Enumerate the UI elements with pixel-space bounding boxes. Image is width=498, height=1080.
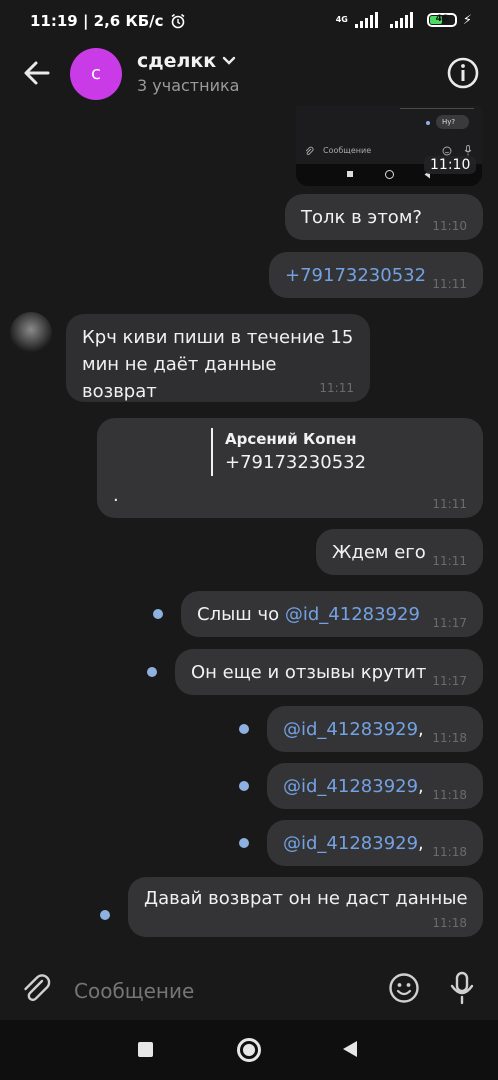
message-time: 11:17 bbox=[432, 674, 467, 688]
preview-unread-dot bbox=[426, 121, 430, 125]
status-right: 4G 46 ⚡ bbox=[336, 12, 472, 28]
quote-author: Арсений Копен bbox=[225, 430, 357, 448]
message-time: 11:11 bbox=[319, 381, 354, 395]
preview-mic-icon bbox=[464, 145, 472, 156]
alarm-icon bbox=[171, 13, 184, 29]
mention-link[interactable]: @id_41283929 bbox=[283, 719, 418, 740]
unread-dot bbox=[153, 609, 163, 619]
unread-dot bbox=[147, 667, 157, 677]
preview-input-placeholder: Сообщение bbox=[323, 146, 372, 155]
message-bubble[interactable]: Слыш чо @id_41283929 11:17 bbox=[181, 591, 483, 637]
status-left: 11:19 | 2,6 КБ/с bbox=[30, 12, 186, 30]
microphone-icon[interactable] bbox=[448, 970, 476, 1006]
preview-square-icon bbox=[347, 171, 353, 177]
message-text: Крч киви пиши в течение 15 мин не даёт д… bbox=[82, 327, 354, 402]
message-bubble[interactable]: Ждем его 11:11 bbox=[316, 529, 483, 575]
message-time: 11:11 bbox=[432, 554, 467, 568]
mention-link[interactable]: @id_41283929 bbox=[283, 776, 418, 797]
message-bubble[interactable]: Толк в этом? 11:10 bbox=[285, 194, 483, 240]
recents-icon[interactable] bbox=[138, 1042, 153, 1057]
chat-subtitle: 3 участника bbox=[137, 76, 240, 95]
message-bubble[interactable]: Он еще и отзывы крутит 11:17 bbox=[175, 649, 483, 695]
charging-icon: ⚡ bbox=[462, 12, 472, 28]
message-text: Он еще и отзывы крутит bbox=[191, 662, 427, 683]
battery-level: 46 bbox=[435, 14, 449, 24]
unread-dot bbox=[239, 724, 249, 734]
reply-quote[interactable]: Арсений Копен +79173230532 bbox=[211, 428, 366, 476]
message-time: 11:18 bbox=[432, 916, 467, 930]
unread-dot bbox=[100, 910, 110, 920]
message-bubble[interactable]: Давай возврат он не даст данные 11:18 bbox=[128, 877, 483, 937]
preview-bubble: Ну? bbox=[436, 115, 470, 129]
preview-emoji-icon bbox=[442, 146, 452, 156]
preview-time: 11:10 bbox=[424, 156, 477, 174]
system-navigation-bar bbox=[0, 1020, 498, 1080]
message-text: , bbox=[418, 833, 424, 854]
message-bubble[interactable]: @id_41283929, 11:18 bbox=[267, 820, 483, 866]
message-time: 11:17 bbox=[432, 616, 467, 630]
message-time: 11:18 bbox=[432, 788, 467, 802]
message-time: 11:18 bbox=[432, 845, 467, 859]
message-bubble[interactable]: +79173230532 11:11 bbox=[269, 252, 483, 298]
message-text: Давай возврат он не даст данные bbox=[144, 888, 468, 909]
chevron-down-icon bbox=[223, 56, 236, 65]
reply-message-bubble[interactable]: Арсений Копен +79173230532 . 11:11 bbox=[97, 418, 483, 518]
message-time: 11:11 bbox=[432, 277, 467, 291]
unread-dot bbox=[239, 838, 249, 848]
quote-text: +79173230532 bbox=[225, 452, 367, 473]
back-arrow-icon[interactable] bbox=[20, 56, 54, 90]
preview-circle-icon bbox=[385, 170, 394, 179]
message-bubble[interactable]: @id_41283929, 11:18 bbox=[267, 706, 483, 752]
message-text: , bbox=[418, 719, 424, 740]
network-type: 4G bbox=[335, 15, 348, 24]
signal-icon-2 bbox=[389, 12, 413, 28]
chat-avatar[interactable]: с bbox=[70, 48, 122, 100]
message-bubble[interactable]: Крч киви пиши в течение 15 мин не даёт д… bbox=[66, 314, 370, 402]
signal-icon bbox=[354, 12, 378, 28]
chat-title-text: сделкк bbox=[137, 50, 217, 72]
home-icon[interactable] bbox=[237, 1038, 261, 1062]
message-text: . bbox=[113, 485, 119, 506]
message-text: Слыш чо bbox=[197, 604, 280, 625]
status-bar: 11:19 | 2,6 КБ/с 4G 46 ⚡ bbox=[0, 0, 498, 44]
message-text: , bbox=[418, 776, 424, 797]
chat-header: с сделкк 3 участника bbox=[0, 44, 498, 106]
message-text: Толк в этом? bbox=[301, 207, 422, 228]
preview-divider bbox=[400, 108, 474, 109]
message-time: 11:18 bbox=[432, 731, 467, 745]
emoji-icon[interactable] bbox=[388, 972, 420, 1004]
message-text: Ждем его bbox=[332, 542, 426, 563]
paperclip-icon[interactable] bbox=[20, 972, 52, 1006]
message-time: 11:11 bbox=[432, 497, 467, 511]
battery-icon: 46 bbox=[426, 13, 457, 27]
unread-dot bbox=[239, 781, 249, 791]
info-icon[interactable] bbox=[446, 56, 480, 90]
back-icon[interactable] bbox=[342, 1040, 358, 1058]
message-time: 11:10 bbox=[432, 219, 467, 233]
message-composer bbox=[0, 958, 498, 1020]
message-input[interactable] bbox=[72, 972, 366, 1010]
preview-paperclip-icon bbox=[305, 146, 314, 155]
sender-avatar[interactable] bbox=[10, 312, 52, 354]
status-time: 11:19 | 2,6 КБ/с bbox=[30, 12, 164, 30]
phone-link[interactable]: +79173230532 bbox=[285, 265, 426, 286]
chat-title[interactable]: сделкк bbox=[137, 50, 236, 72]
screenshot-attachment[interactable]: Ну? Сообщение 11:10 bbox=[296, 106, 482, 186]
message-bubble[interactable]: @id_41283929, 11:18 bbox=[267, 763, 483, 809]
mention-link[interactable]: @id_41283929 bbox=[285, 604, 420, 625]
mention-link[interactable]: @id_41283929 bbox=[283, 833, 418, 854]
